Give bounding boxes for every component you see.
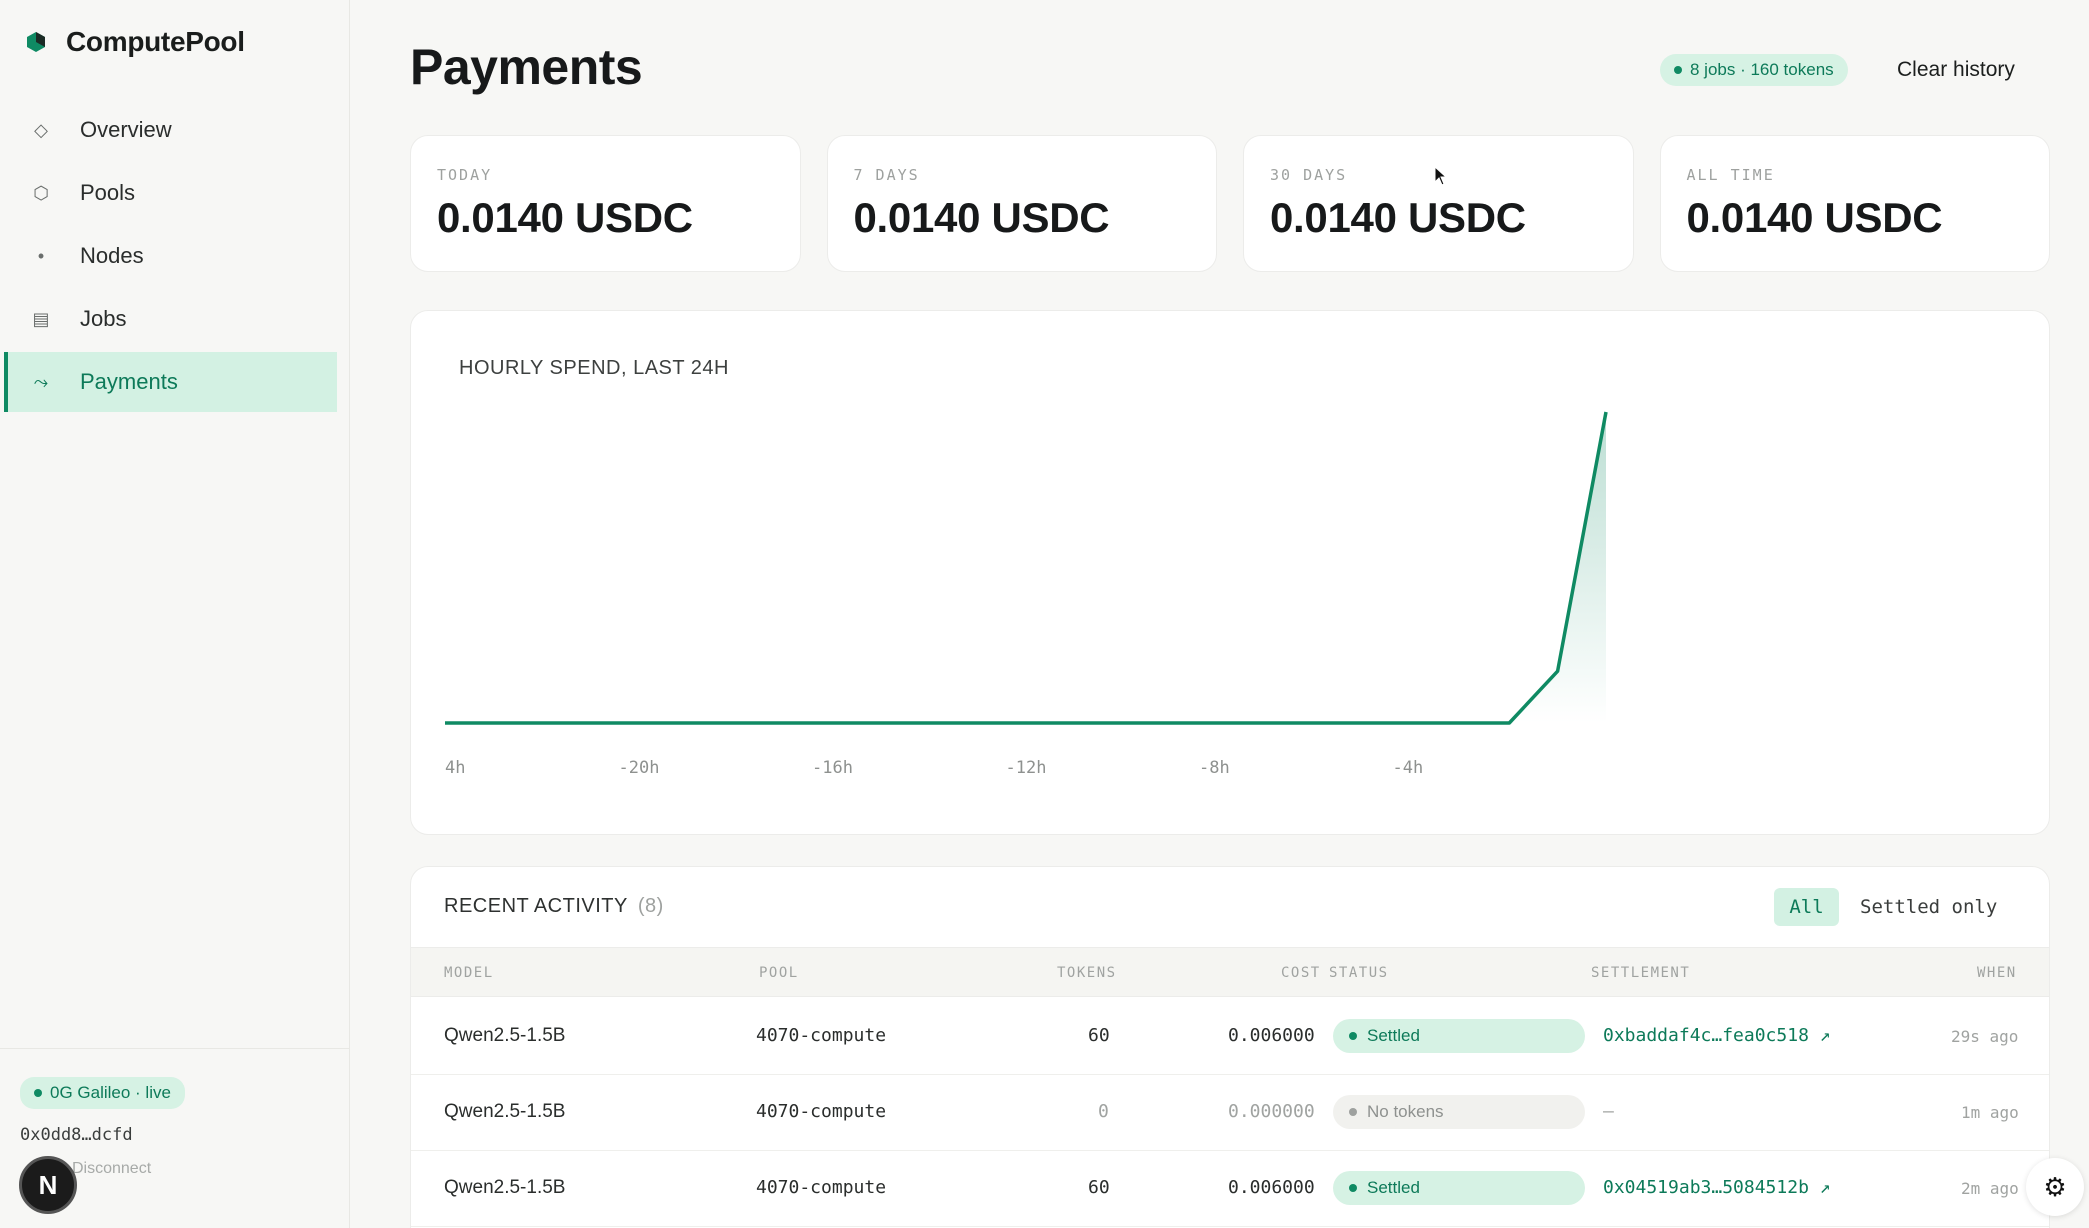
- column-header-tokens: TOKENS: [1057, 965, 1117, 981]
- sidebar-item-pools[interactable]: ⬡ Pools: [4, 163, 337, 223]
- cell-model: Qwen2.5-1.5B: [444, 1177, 566, 1198]
- status-label: No tokens: [1367, 1102, 1444, 1121]
- recent-activity-label: RECENT ACTIVITY: [444, 895, 628, 917]
- jobs-summary-badge: 8 jobs · 160 tokens: [1660, 54, 1848, 86]
- stat-label: 7 DAYS: [853, 166, 920, 184]
- cell-pool: 4070-compute: [756, 1177, 887, 1198]
- hourly-spend-chart: 4h -20h -16h -12h -8h -4h: [445, 411, 1608, 778]
- stat-value: 0.0140 USDC: [1686, 194, 1943, 241]
- filter-settled-only-button[interactable]: Settled only: [1860, 896, 1997, 918]
- trend-arrow-icon: ⤳: [33, 371, 49, 392]
- column-header-when: WHEN: [1977, 965, 2017, 981]
- recent-activity-card: RECENT ACTIVITY (8) All Settled only MODE…: [410, 866, 2050, 1228]
- table-row[interactable]: Qwen2.5-1.5B 4070-compute 60 0.006000 Se…: [411, 1151, 2049, 1227]
- stat-card-30-days: 30 DAYS 0.0140 USDC: [1243, 135, 1634, 272]
- gear-icon[interactable]: ⚙: [2026, 1158, 2084, 1216]
- diamond-icon: ◇: [34, 119, 48, 140]
- settlement-empty: —: [1603, 1101, 1614, 1122]
- brand-name: ComputePool: [66, 26, 245, 57]
- stat-label: ALL TIME: [1686, 166, 1775, 184]
- sidebar-item-label: Payments: [80, 369, 178, 394]
- x-tick-label: -16h: [812, 758, 853, 778]
- column-header-model: MODEL: [444, 965, 494, 981]
- mouse-cursor-icon: [1434, 166, 1448, 186]
- status-badge: No tokens: [1333, 1095, 1585, 1129]
- status-label: Settled: [1367, 1026, 1420, 1045]
- cell-when: 2m ago: [1961, 1179, 2019, 1198]
- status-dot-icon: [1349, 1032, 1357, 1040]
- cell-cost: 0.006000: [1228, 1177, 1315, 1198]
- stat-label: TODAY: [437, 166, 493, 184]
- logo-icon: [27, 32, 45, 52]
- dot-icon: •: [37, 245, 45, 266]
- stat-card-all-time: ALL TIME 0.0140 USDC: [1659, 135, 2050, 272]
- cell-cost: 0.000000: [1228, 1101, 1315, 1122]
- filter-all-button[interactable]: All: [1774, 888, 1839, 926]
- stat-value: 0.0140 USDC: [853, 194, 1110, 241]
- sidebar-item-label: Nodes: [80, 243, 144, 268]
- cell-model: Qwen2.5-1.5B: [444, 1101, 566, 1122]
- x-tick-label: -20h: [619, 758, 660, 778]
- cell-cost: 0.006000: [1228, 1025, 1315, 1046]
- sidebar-item-jobs[interactable]: ▤ Jobs: [4, 289, 337, 349]
- table-row[interactable]: Qwen2.5-1.5B 4070-compute 60 0.006000 Se…: [411, 999, 2049, 1075]
- column-header-cost: COST: [1281, 965, 1321, 981]
- cell-pool: 4070-compute: [756, 1101, 887, 1122]
- recent-activity-title: RECENT ACTIVITY (8): [444, 895, 664, 918]
- jobs-summary-label: 8 jobs · 160 tokens: [1690, 60, 1834, 79]
- status-dot-icon: [1349, 1184, 1357, 1192]
- cell-tokens: 60: [1088, 1177, 1110, 1198]
- cell-tokens: 0: [1098, 1101, 1109, 1122]
- sidebar: ComputePool ◇ Overview ⬡ Pools • Nodes ▤…: [0, 0, 350, 1228]
- dev-tools-badge[interactable]: N: [19, 1156, 77, 1214]
- sidebar-item-payments[interactable]: ⤳ Payments: [4, 352, 337, 412]
- status-label: Settled: [1367, 1178, 1420, 1197]
- x-tick-label: -8h: [1199, 758, 1230, 778]
- sidebar-item-label: Jobs: [80, 306, 127, 331]
- column-header-settlement: SETTLEMENT: [1591, 965, 1691, 981]
- cell-when: 1m ago: [1961, 1103, 2019, 1122]
- recent-activity-count: (8): [637, 895, 664, 917]
- x-tick-label: -4h: [1393, 758, 1424, 778]
- sidebar-item-overview[interactable]: ◇ Overview: [4, 100, 337, 160]
- live-dot-icon: [34, 1089, 42, 1097]
- status-dot-icon: [1674, 66, 1682, 74]
- stat-value: 0.0140 USDC: [437, 194, 693, 241]
- column-header-pool: POOL: [759, 965, 799, 981]
- spend-area: [445, 412, 1606, 723]
- cell-tokens: 60: [1088, 1025, 1110, 1046]
- status-badge: Settled: [1333, 1019, 1585, 1053]
- disconnect-button[interactable]: Disconnect: [72, 1160, 151, 1178]
- network-label: 0G Galileo · live: [50, 1083, 171, 1102]
- x-tick-label: 4h: [445, 758, 465, 778]
- column-header-status: STATUS: [1329, 965, 1389, 981]
- hexagon-icon: ⬡: [33, 182, 49, 203]
- table-row[interactable]: Qwen2.5-1.5B 4070-compute 0 0.000000 No …: [411, 1075, 2049, 1151]
- wallet-address: 0x0dd8…dcfd: [20, 1125, 133, 1145]
- cell-model: Qwen2.5-1.5B: [444, 1025, 566, 1046]
- network-badge: 0G Galileo · live: [20, 1077, 185, 1109]
- clear-history-button[interactable]: Clear history: [1897, 58, 2015, 82]
- table-header: MODEL POOL TOKENS COST STATUS SETTLEMENT…: [411, 947, 2049, 997]
- stat-card-7-days: 7 DAYS 0.0140 USDC: [826, 135, 1217, 272]
- sidebar-item-label: Overview: [80, 117, 172, 142]
- hourly-spend-chart-card: HOURLY SPEND, LAST 24H 4h -20h -16h -12h -8h…: [410, 310, 2050, 835]
- stat-cards: TODAY 0.0140 USDC 7 DAYS 0.0140 USDC 30 …: [410, 135, 2050, 272]
- sidebar-item-label: Pools: [80, 180, 136, 205]
- cell-pool: 4070-compute: [756, 1025, 887, 1046]
- spend-line: [445, 411, 1608, 725]
- brand[interactable]: ComputePool: [24, 26, 245, 58]
- sidebar-nav: ◇ Overview ⬡ Pools • Nodes ▤ Jobs ⤳ Paym…: [4, 100, 337, 415]
- settlement-link[interactable]: 0x04519ab3…5084512b ↗: [1603, 1177, 1831, 1198]
- page-title: Payments: [410, 39, 643, 95]
- settlement-link[interactable]: 0xbaddaf4c…fea0c518 ↗: [1603, 1025, 1831, 1046]
- stat-value: 0.0140 USDC: [1270, 194, 1526, 241]
- cell-when: 29s ago: [1951, 1027, 2019, 1046]
- status-dot-icon: [1349, 1108, 1357, 1116]
- status-badge: Settled: [1333, 1171, 1585, 1205]
- list-icon: ▤: [32, 308, 50, 329]
- sidebar-item-nodes[interactable]: • Nodes: [4, 226, 337, 286]
- stat-card-today: TODAY 0.0140 USDC: [410, 135, 801, 272]
- x-tick-label: -12h: [1006, 758, 1047, 778]
